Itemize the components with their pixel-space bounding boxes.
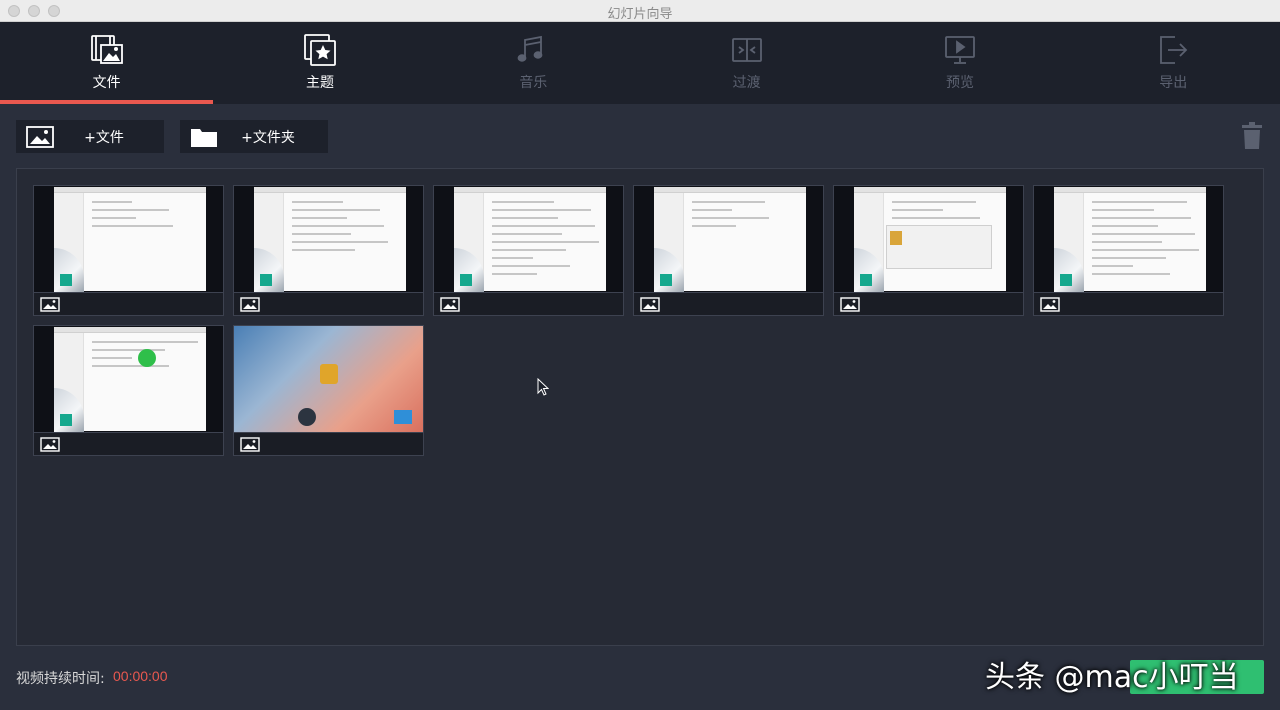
image-icon bbox=[26, 125, 54, 148]
step-transition[interactable]: 过渡 bbox=[640, 22, 853, 104]
tile-footer bbox=[434, 292, 623, 315]
tile-thumbnail bbox=[34, 326, 223, 432]
mouse-cursor-icon bbox=[537, 378, 549, 396]
step-preview[interactable]: 预览 bbox=[853, 22, 1066, 104]
tile-thumbnail bbox=[34, 186, 223, 292]
step-music[interactable]: 音乐 bbox=[427, 22, 640, 104]
tile-thumbnail bbox=[234, 186, 423, 292]
add-folder-label: +文件夹 bbox=[241, 129, 295, 146]
folder-icon bbox=[191, 128, 217, 147]
preview-play-icon bbox=[945, 36, 975, 64]
tile-footer bbox=[234, 432, 423, 455]
media-tile[interactable] bbox=[233, 185, 424, 316]
tile-footer bbox=[1034, 292, 1223, 315]
image-icon bbox=[1040, 297, 1060, 312]
step-files[interactable]: 文件 bbox=[0, 22, 214, 104]
export-icon bbox=[1160, 36, 1188, 64]
step-music-label: 音乐 bbox=[519, 75, 548, 91]
media-tile[interactable] bbox=[33, 185, 224, 316]
add-file-button[interactable]: +文件 bbox=[16, 120, 164, 153]
step-theme-label: 主题 bbox=[305, 75, 334, 91]
step-theme[interactable]: 主题 bbox=[213, 22, 426, 104]
media-tile[interactable] bbox=[233, 325, 424, 456]
media-tile[interactable] bbox=[433, 185, 624, 316]
tile-footer bbox=[634, 292, 823, 315]
tile-thumbnail bbox=[834, 186, 1023, 292]
media-tile[interactable] bbox=[33, 325, 224, 456]
media-tile[interactable] bbox=[1033, 185, 1224, 316]
duration-value: 00:00:00 bbox=[113, 668, 168, 684]
tile-thumbnail bbox=[634, 186, 823, 292]
step-preview-label: 预览 bbox=[945, 75, 974, 91]
watermark-caption: 头条 @mac小叮当 bbox=[985, 660, 1239, 695]
wizard-steps: 文件 主题 音乐 过渡 预览 导出 bbox=[0, 22, 1280, 104]
title-bar: 幻灯片向导 bbox=[0, 0, 1280, 22]
theme-star-icon bbox=[304, 34, 336, 66]
image-icon bbox=[640, 297, 660, 312]
active-step-indicator bbox=[0, 100, 214, 104]
image-icon bbox=[240, 437, 260, 452]
window-title: 幻灯片向导 bbox=[607, 7, 673, 22]
step-transition-label: 过渡 bbox=[732, 75, 761, 91]
add-folder-button[interactable]: +文件夹 bbox=[180, 120, 328, 153]
step-export-label: 导出 bbox=[1159, 75, 1188, 91]
film-image-icon bbox=[90, 35, 123, 64]
media-tile[interactable] bbox=[833, 185, 1024, 316]
media-tile[interactable] bbox=[633, 185, 824, 316]
transition-icon bbox=[731, 38, 762, 62]
image-icon bbox=[40, 437, 60, 452]
music-note-icon bbox=[517, 35, 543, 62]
tile-thumbnail bbox=[434, 186, 623, 292]
add-file-label: +文件 bbox=[84, 129, 124, 146]
image-icon bbox=[40, 297, 60, 312]
tile-footer bbox=[834, 292, 1023, 315]
tile-footer bbox=[34, 432, 223, 455]
image-icon bbox=[440, 297, 460, 312]
tile-thumbnail bbox=[234, 326, 423, 432]
tile-thumbnail bbox=[1034, 186, 1223, 292]
step-files-label: 文件 bbox=[92, 75, 121, 91]
step-export[interactable]: 导出 bbox=[1067, 22, 1280, 104]
tile-footer bbox=[34, 292, 223, 315]
tile-footer bbox=[234, 292, 423, 315]
image-icon bbox=[240, 297, 260, 312]
trash-icon[interactable] bbox=[1240, 122, 1264, 150]
image-icon bbox=[840, 297, 860, 312]
duration-label: 视频持续时间: bbox=[16, 671, 105, 687]
media-area[interactable] bbox=[16, 168, 1264, 646]
